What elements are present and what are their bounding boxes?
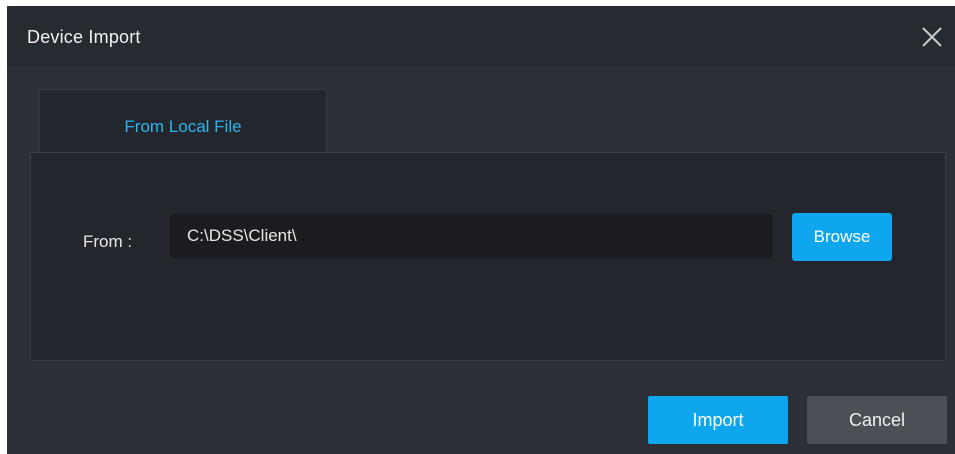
- file-path-input[interactable]: [170, 214, 772, 258]
- browse-button[interactable]: Browse: [792, 213, 892, 261]
- tab-label: From Local File: [124, 117, 242, 136]
- close-icon[interactable]: [917, 22, 947, 52]
- cancel-button[interactable]: Cancel: [807, 396, 947, 444]
- tab-from-local-file[interactable]: From Local File: [39, 89, 327, 153]
- dialog-title: Device Import: [27, 27, 141, 47]
- from-label: From :: [83, 232, 133, 251]
- import-button[interactable]: Import: [648, 396, 788, 444]
- device-import-dialog: Device Import From Local File From : Bro…: [7, 6, 955, 454]
- dialog-titlebar: Device Import: [7, 6, 955, 66]
- tab-panel: From : Browse: [30, 152, 946, 361]
